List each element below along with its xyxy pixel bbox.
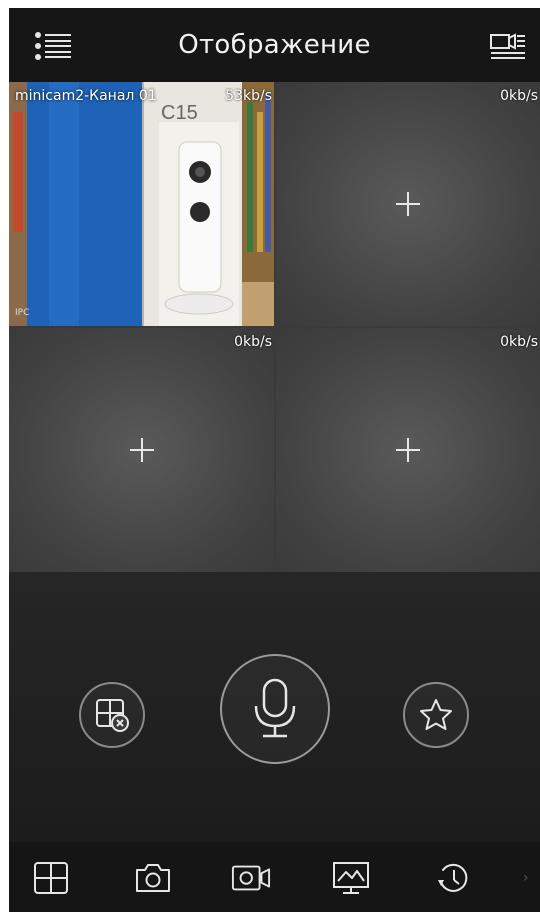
menu-button[interactable] (33, 26, 73, 66)
split-screen-icon (34, 862, 68, 894)
live-view-screen: Отображение minicam2-Канал 01 53kb/s C15… (9, 8, 540, 912)
snapshot-button[interactable] (133, 860, 173, 896)
list-menu-icon (35, 32, 71, 60)
bitrate-label: 53kb/s (225, 88, 272, 104)
device-list-button[interactable] (488, 26, 528, 66)
video-record-icon (231, 865, 271, 891)
channel-name: minicam2-Канал 01 (15, 88, 157, 104)
bottom-toolbar: › (9, 842, 540, 912)
close-all-windows-button[interactable] (79, 682, 145, 748)
camera-live-image (9, 82, 274, 326)
microphone-icon (254, 678, 296, 738)
favorite-button[interactable] (403, 682, 469, 748)
control-panel (9, 572, 540, 842)
image-quality-icon (333, 862, 369, 894)
bitrate-label: 0kb/s (500, 88, 538, 104)
video-window-3[interactable]: 0kb/s (9, 328, 274, 572)
header-bar: Отображение (9, 8, 540, 82)
record-button[interactable] (231, 860, 271, 896)
playback-button[interactable] (433, 860, 473, 896)
bitrate-label: 0kb/s (500, 334, 538, 350)
page-title: Отображение (178, 30, 371, 60)
camera-brand-text: C15 (161, 102, 198, 124)
talk-button[interactable] (220, 654, 330, 764)
image-quality-button[interactable] (331, 860, 371, 896)
plus-icon[interactable] (396, 192, 420, 216)
plus-icon[interactable] (129, 438, 154, 462)
video-window-2[interactable]: 0kb/s (276, 82, 540, 326)
playback-icon (438, 863, 468, 892)
device-list-icon (490, 33, 525, 59)
video-window-4[interactable]: 0kb/s (276, 328, 540, 572)
ipc-tag: IPC (15, 308, 30, 318)
plus-icon[interactable] (396, 438, 420, 462)
star-icon (420, 699, 452, 730)
camera-snapshot-icon (136, 864, 170, 892)
video-window-1[interactable]: minicam2-Канал 01 53kb/s C15 IPC (9, 82, 274, 326)
split-screen-button[interactable] (31, 860, 71, 896)
grid-close-icon (96, 699, 129, 732)
bitrate-label: 0kb/s (234, 334, 272, 350)
video-grid: minicam2-Канал 01 53kb/s C15 IPC 0kb/s 0… (9, 82, 540, 572)
more-arrow[interactable]: › (523, 870, 529, 886)
